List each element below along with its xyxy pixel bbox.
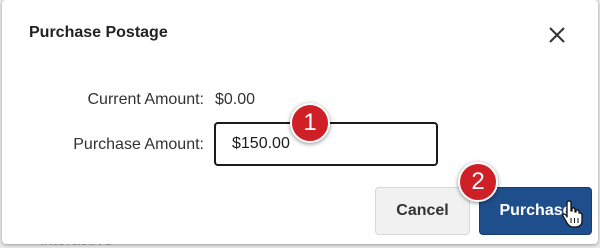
close-x-icon <box>549 27 565 43</box>
cancel-button[interactable]: Cancel <box>375 187 470 235</box>
dialog-title: Purchase Postage <box>29 24 168 41</box>
current-amount-value: $0.00 <box>215 91 256 108</box>
close-button[interactable] <box>542 20 572 50</box>
step-1-badge: 1 <box>290 103 330 143</box>
step-2-badge: 2 <box>458 162 498 202</box>
hand-pointer-icon <box>562 200 583 228</box>
header-divider <box>2 66 598 67</box>
current-amount-label: Current Amount: <box>87 91 205 108</box>
purchase-amount-label: Purchase Amount: <box>73 136 204 153</box>
